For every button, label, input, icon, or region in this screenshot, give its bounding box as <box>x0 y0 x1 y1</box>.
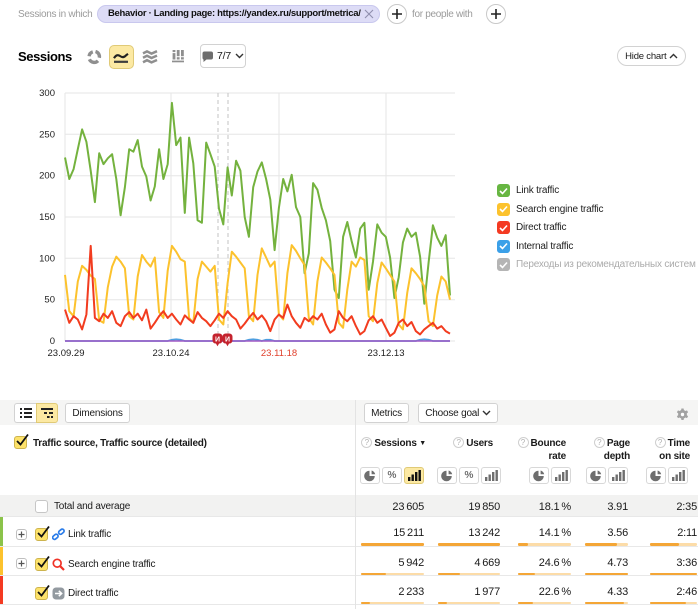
svg-text:100: 100 <box>39 253 55 264</box>
svg-text:И: И <box>215 336 220 343</box>
svg-text:0: 0 <box>50 336 55 347</box>
svg-text:23.10.24: 23.10.24 <box>153 348 190 359</box>
svg-text:23.11.18: 23.11.18 <box>261 348 297 359</box>
svg-text:250: 250 <box>39 129 55 140</box>
svg-text:50: 50 <box>44 295 55 306</box>
svg-text:150: 150 <box>39 212 55 223</box>
svg-text:И: И <box>225 336 230 343</box>
svg-text:300: 300 <box>39 88 55 99</box>
svg-text:200: 200 <box>39 171 55 182</box>
svg-text:23.09.29: 23.09.29 <box>48 348 85 359</box>
svg-text:23.12.13: 23.12.13 <box>368 348 405 359</box>
